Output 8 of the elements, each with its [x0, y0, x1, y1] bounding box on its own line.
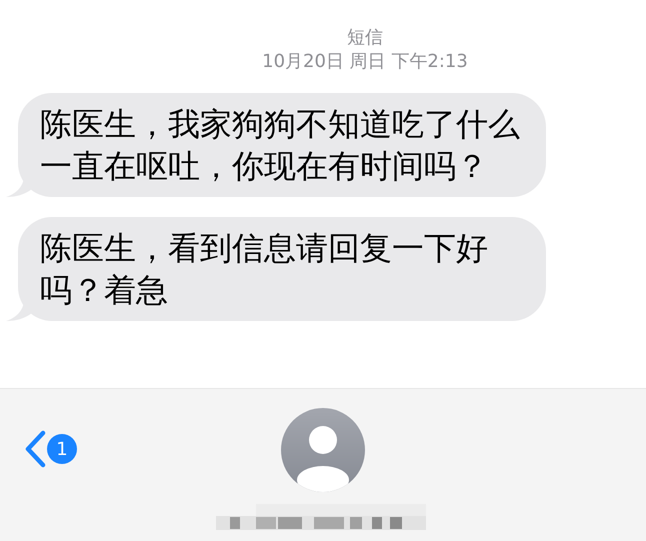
service-label: 短信	[347, 26, 383, 50]
message-timestamp: 10月20日 周日 下午2:13	[262, 50, 468, 74]
message-text: 陈医生，我家狗狗不知道吃了什么一直在呕吐，你现在有时间吗？	[40, 104, 521, 187]
back-button[interactable]: 1	[24, 430, 77, 468]
back-chevron-icon	[24, 430, 46, 468]
unread-badge: 1	[47, 434, 77, 464]
message-text: 陈医生，看到信息请回复一下好吗？着急	[40, 228, 489, 311]
contact-avatar-icon[interactable]	[281, 408, 365, 492]
